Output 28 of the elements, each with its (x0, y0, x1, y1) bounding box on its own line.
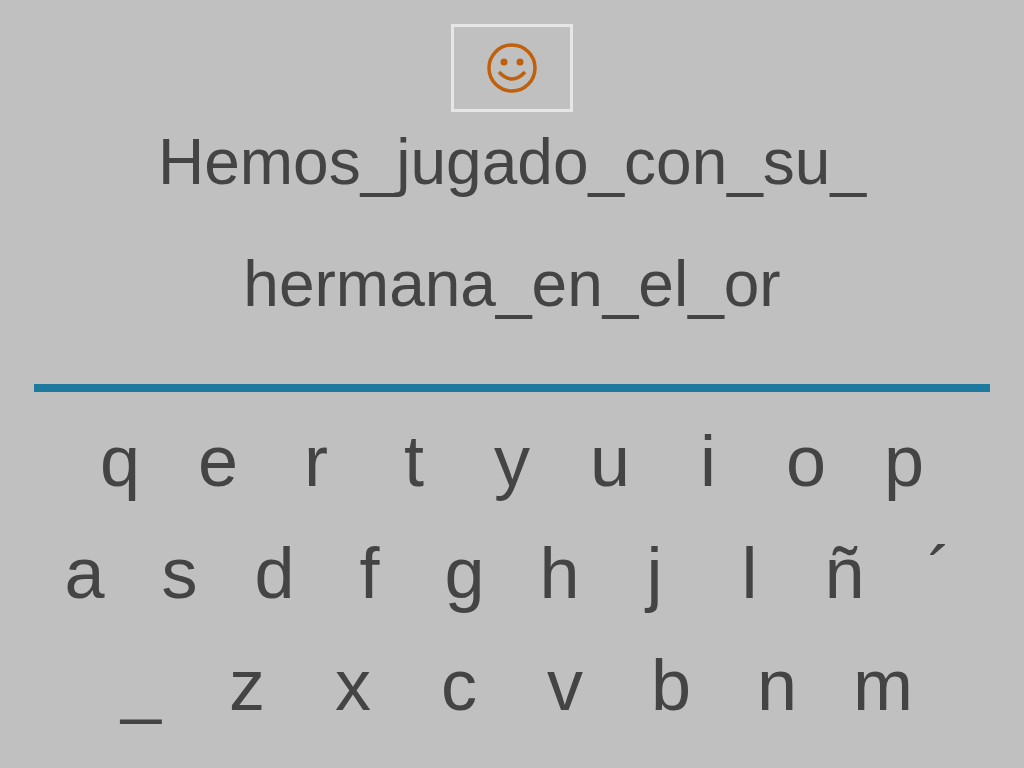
letter-key[interactable]: a (37, 532, 132, 614)
letter-key[interactable]: j (607, 532, 702, 614)
letter-key[interactable]: v (512, 644, 618, 726)
letter-key[interactable]: b (618, 644, 724, 726)
letter-key[interactable]: p (855, 420, 953, 502)
letter-key[interactable]: ñ (797, 532, 892, 614)
letter-key[interactable]: q (71, 420, 169, 502)
letter-key[interactable]: h (512, 532, 607, 614)
letter-key[interactable]: u (561, 420, 659, 502)
letter-key[interactable]: d (227, 532, 322, 614)
letter-key[interactable]: c (406, 644, 512, 726)
letter-key[interactable]: e (169, 420, 267, 502)
smiley-icon (486, 42, 538, 94)
letter-key[interactable]: i (659, 420, 757, 502)
letter-key[interactable]: s (132, 532, 227, 614)
letter-key[interactable]: t (365, 420, 463, 502)
letter-key[interactable]: f (322, 532, 417, 614)
letter-key[interactable]: z (194, 644, 300, 726)
letter-key[interactable]: x (300, 644, 406, 726)
letter-key[interactable]: m (830, 644, 936, 726)
letter-key[interactable]: g (417, 532, 512, 614)
letter-key[interactable]: l (702, 532, 797, 614)
letter-key[interactable]: n (724, 644, 830, 726)
letter-key[interactable]: ´ (892, 532, 987, 614)
letter-key[interactable]: o (757, 420, 855, 502)
letter-key[interactable]: _ (88, 644, 194, 726)
letter-key[interactable]: y (463, 420, 561, 502)
letter-key[interactable]: r (267, 420, 365, 502)
